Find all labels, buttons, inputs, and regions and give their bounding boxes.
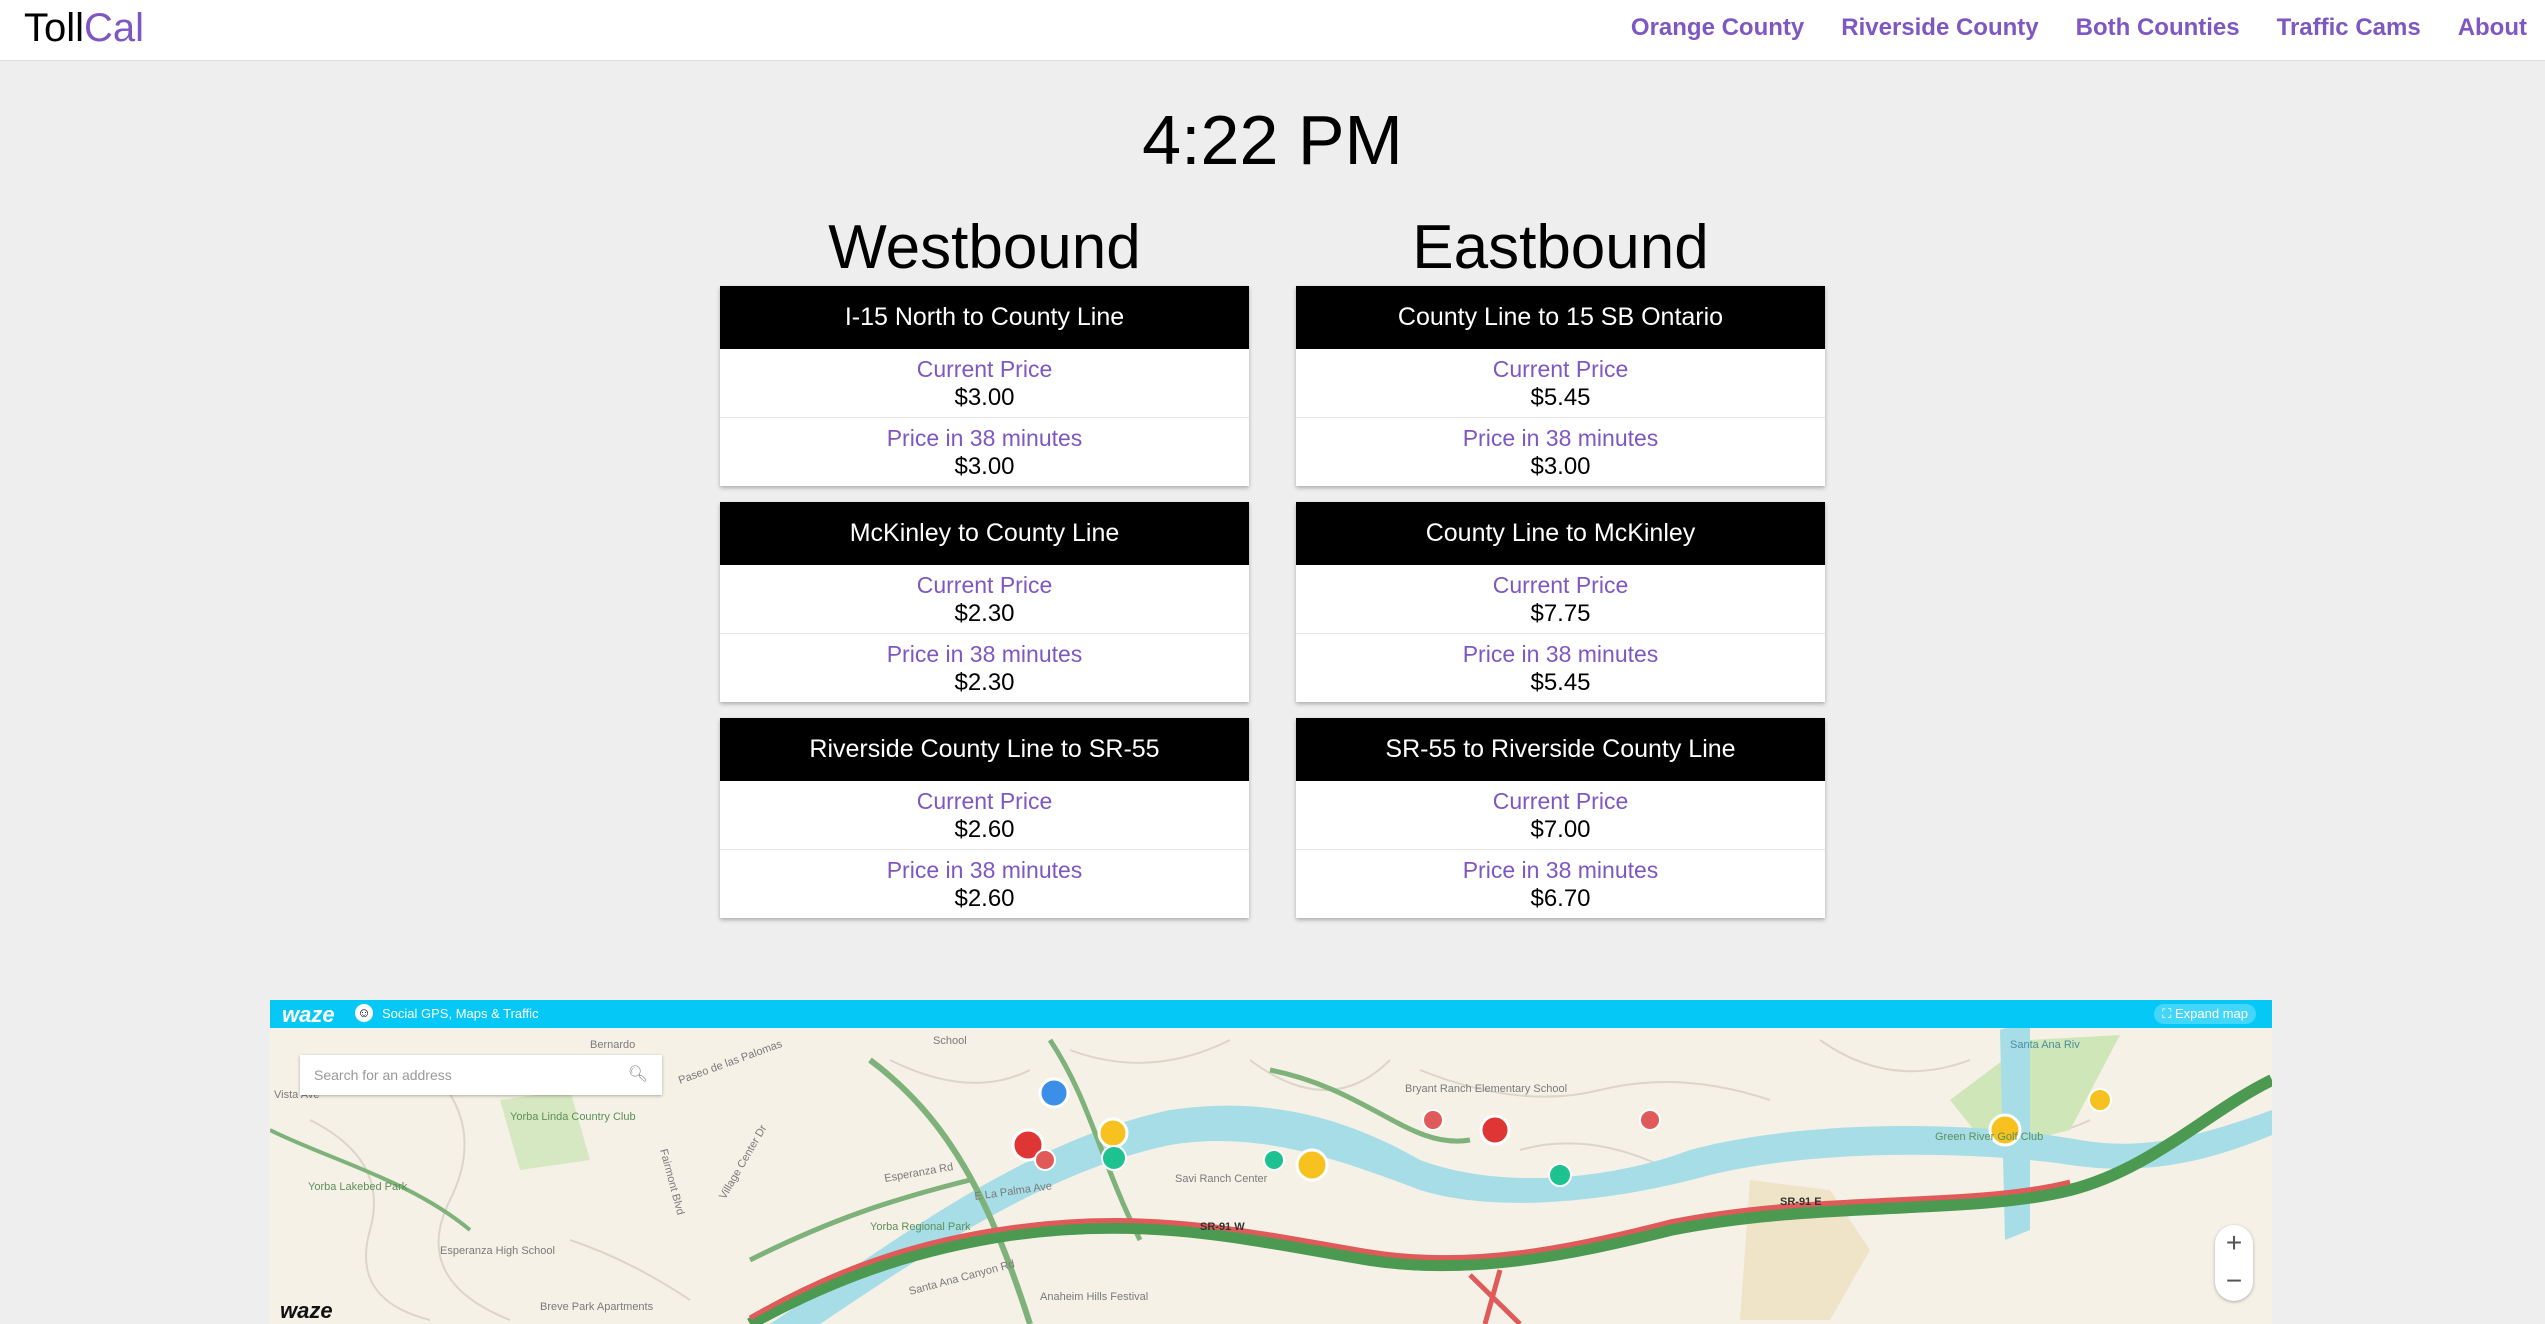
future-price-label: Price in 38 minutes (886, 425, 1083, 451)
waze-tagline: Social GPS, Maps & Traffic (382, 1006, 539, 1021)
map-label-yorba-lakebed: Yorba Lakebed Park (308, 1181, 408, 1193)
route-name: SR-55 to Riverside County Line (1296, 718, 1825, 781)
future-price-label: Price in 38 minutes (886, 641, 1083, 667)
map-label-yorba-regional: Yorba Regional Park (870, 1221, 971, 1233)
future-price: $3.00 (1530, 453, 1591, 480)
nav-orange-county[interactable]: Orange County (1631, 14, 1804, 42)
current-price-label: Current Price (1492, 356, 1629, 382)
map-label-esperanza-hs: Esperanza High School (440, 1245, 555, 1257)
map-label-santa-ana-riv: Santa Ana Riv (2010, 1039, 2080, 1051)
brand-logo[interactable]: TollCal (24, 4, 144, 52)
map-search-placeholder: Search for an address (314, 1067, 452, 1083)
map-label-bryant: Bryant Ranch Elementary School (1405, 1083, 1567, 1095)
toll-card: SR-55 to Riverside County Line Current P… (1296, 718, 1825, 918)
search-icon[interactable]: 🔍︎ (628, 1055, 648, 1095)
brand-part1: Toll (24, 6, 85, 50)
expand-icon: ⛶ (2162, 1006, 2175, 1021)
toll-card: County Line to 15 SB Ontario Current Pri… (1296, 286, 1825, 486)
toll-card: McKinley to County Line Current Price $2.… (720, 502, 1249, 702)
waze-header-bar: waze ☺ Social GPS, Maps & Traffic ⛶ Expa… (270, 1000, 2272, 1028)
zoom-out-button[interactable]: − (2215, 1263, 2253, 1301)
toll-card: Riverside County Line to SR-55 Current P… (720, 718, 1249, 918)
current-price-label: Current Price (916, 356, 1053, 382)
map-label-bernardo: Bernardo (590, 1039, 635, 1051)
future-price: $5.45 (1530, 669, 1591, 696)
route-name: I-15 North to County Line (720, 286, 1249, 349)
map-label-yorba-cc: Yorba Linda Country Club (510, 1111, 636, 1123)
future-price: $2.60 (954, 885, 1015, 912)
map-label-savi: Savi Ranch Center (1175, 1173, 1268, 1185)
map-label-school: School (933, 1035, 967, 1047)
route-name: County Line to McKinley (1296, 502, 1825, 565)
top-navbar: TollCal Orange County Riverside County B… (0, 0, 2545, 61)
map-label-sr91e: SR-91 E (1780, 1196, 1822, 1208)
eastbound-column: Eastbound County Line to 15 SB Ontario C… (1296, 210, 1825, 934)
current-price: $3.00 (954, 384, 1015, 411)
nav-about[interactable]: About (2458, 14, 2527, 42)
future-price-label: Price in 38 minutes (1462, 425, 1659, 451)
current-price-label: Current Price (1492, 572, 1629, 598)
future-price: $2.30 (954, 669, 1015, 696)
nav-traffic-cams[interactable]: Traffic Cams (2277, 14, 2421, 42)
map-label-anaheim-fest: Anaheim Hills Festival (1040, 1291, 1148, 1303)
nav-links: Orange County Riverside County Both Coun… (1594, 0, 2527, 56)
current-price-label: Current Price (916, 788, 1053, 814)
eastbound-heading: Eastbound (1412, 213, 1709, 282)
route-name: Riverside County Line to SR-55 (720, 718, 1249, 781)
future-price-label: Price in 38 minutes (1462, 641, 1659, 667)
waze-map-embed[interactable]: Vista Ave Bernardo Paseo de las Palomas … (270, 1000, 2272, 1324)
route-name: County Line to 15 SB Ontario (1296, 286, 1825, 349)
current-price: $7.75 (1530, 600, 1591, 627)
current-price: $5.45 (1530, 384, 1591, 411)
route-name: McKinley to County Line (720, 502, 1249, 565)
map-label-breve: Breve Park Apartments (540, 1301, 654, 1313)
future-price-label: Price in 38 minutes (886, 857, 1083, 883)
map-search-input[interactable]: Search for an address 🔍︎ (300, 1055, 662, 1095)
westbound-heading: Westbound (828, 213, 1141, 282)
brand-part2: Cal (84, 6, 145, 50)
waze-smiley-icon: ☺ (355, 1004, 373, 1022)
expand-map-button[interactable]: ⛶ Expand map (2154, 1004, 2256, 1024)
toll-card: County Line to McKinley Current Price $7.… (1296, 502, 1825, 702)
nav-riverside-county[interactable]: Riverside County (1841, 14, 2038, 42)
waze-watermark: waze (280, 1298, 333, 1323)
map-canvas[interactable]: Vista Ave Bernardo Paseo de las Palomas … (270, 1000, 2272, 1324)
map-label-green-river: Green River Golf Club (1935, 1131, 2043, 1143)
future-price-label: Price in 38 minutes (1462, 857, 1659, 883)
zoom-control: + − (2215, 1225, 2253, 1301)
expand-map-label: Expand map (2175, 1006, 2248, 1021)
nav-both-counties[interactable]: Both Counties (2076, 14, 2240, 42)
current-price-label: Current Price (916, 572, 1053, 598)
westbound-column: Westbound I-15 North to County Line Curr… (720, 210, 1249, 934)
current-price: $2.60 (954, 816, 1015, 843)
current-price-label: Current Price (1492, 788, 1629, 814)
zoom-in-button[interactable]: + (2215, 1225, 2253, 1263)
current-price: $2.30 (954, 600, 1015, 627)
current-price: $7.00 (1530, 816, 1591, 843)
future-price: $6.70 (1530, 885, 1591, 912)
toll-card: I-15 North to County Line Current Price $… (720, 286, 1249, 486)
future-price: $3.00 (954, 453, 1015, 480)
current-time: 4:22 PM (1142, 101, 1403, 179)
map-label-sr91w: SR-91 W (1200, 1221, 1245, 1233)
waze-logo[interactable]: waze (282, 1002, 335, 1028)
